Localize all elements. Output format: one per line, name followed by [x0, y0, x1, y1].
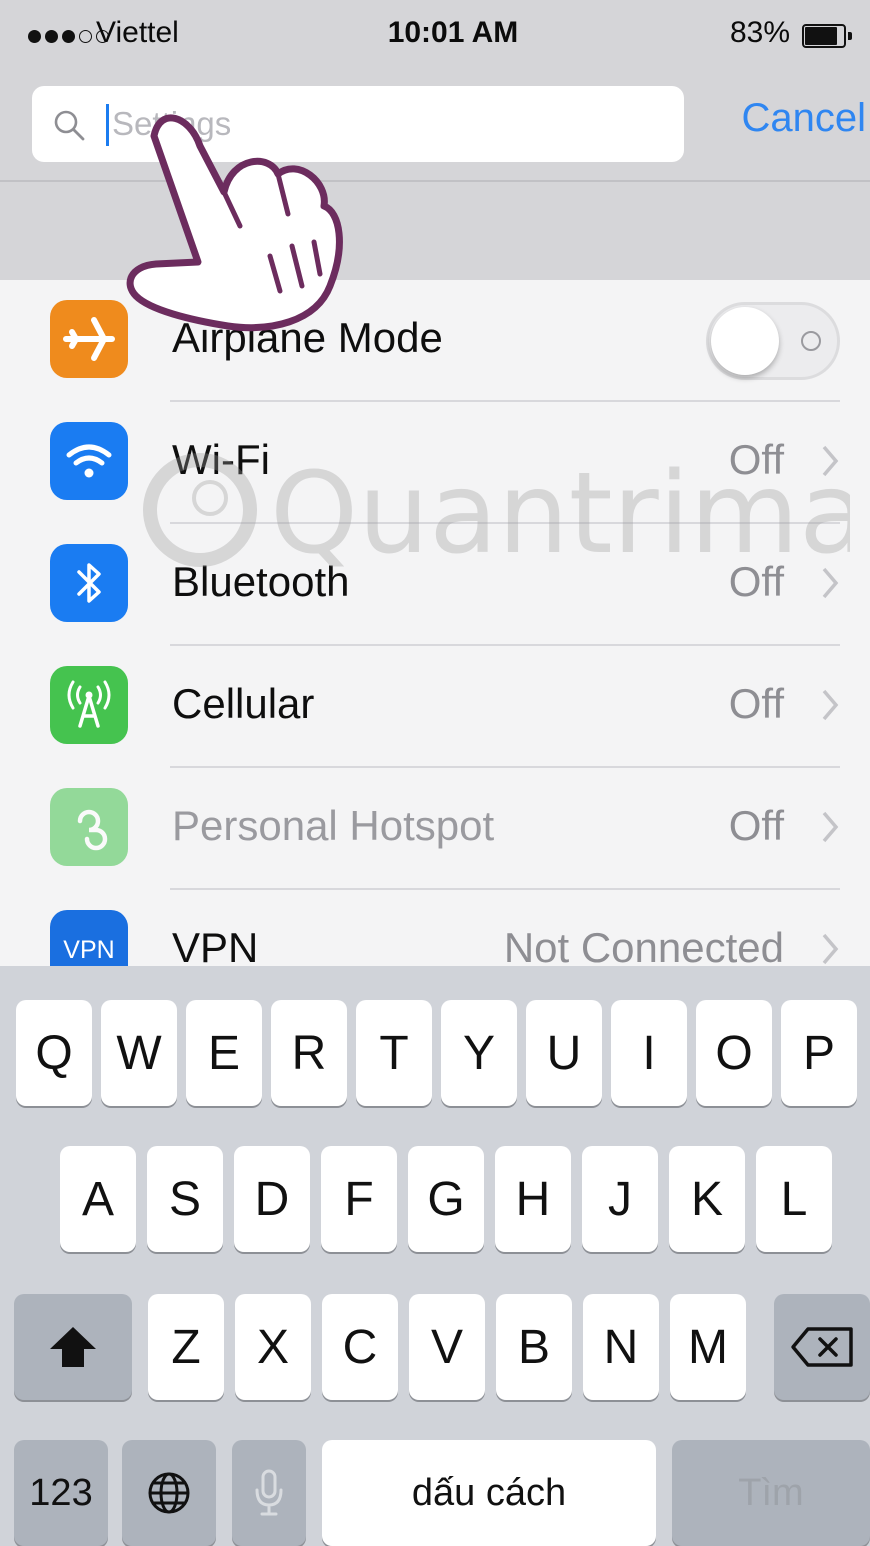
globe-key[interactable]	[122, 1440, 216, 1546]
key-y[interactable]: Y	[441, 1000, 517, 1106]
cellular-antenna-icon	[50, 666, 128, 744]
key-r[interactable]: R	[271, 1000, 347, 1106]
key-c[interactable]: C	[322, 1294, 398, 1400]
key-d[interactable]: D	[234, 1146, 310, 1252]
settings-row-label: Cellular	[172, 680, 315, 727]
settings-row-personal-hotspot[interactable]: Personal Hotspot Off	[0, 768, 870, 890]
microphone-icon	[255, 1469, 283, 1516]
vpn-icon-text: VPN	[63, 936, 114, 964]
toggle-knob	[711, 307, 779, 375]
space-key[interactable]: dấu cách	[322, 1440, 656, 1546]
chevron-right-icon	[822, 445, 839, 477]
key-u[interactable]: U	[526, 1000, 602, 1106]
settings-row-label: VPN	[172, 924, 259, 971]
signal-dot	[45, 30, 58, 43]
settings-search-screen: Viettel 10:01 AM 83% Cancel Airplane Mod…	[0, 0, 870, 1546]
battery-fill	[805, 27, 837, 45]
settings-row-value: Off	[728, 802, 784, 849]
key-l[interactable]: L	[756, 1146, 832, 1252]
settings-row-value: Off	[728, 558, 784, 605]
onscreen-keyboard: QWERTYUIOP ASDFGHJKL ZXCVBNM 123 dấu các…	[0, 966, 870, 1546]
settings-row-bluetooth[interactable]: Bluetooth Off	[0, 524, 870, 646]
chevron-right-icon	[822, 811, 839, 843]
settings-row-airplane-mode[interactable]: Airplane Mode	[0, 280, 870, 402]
battery-nub	[848, 32, 852, 40]
signal-dot	[62, 30, 75, 43]
key-x[interactable]: X	[235, 1294, 311, 1400]
search-bar[interactable]	[32, 86, 684, 162]
key-s[interactable]: S	[147, 1146, 223, 1252]
battery-icon	[802, 24, 852, 48]
settings-row-label: Personal Hotspot	[172, 802, 495, 849]
key-v[interactable]: V	[409, 1294, 485, 1400]
signal-dot	[79, 30, 92, 43]
toggle-off-indicator	[801, 331, 821, 351]
dictation-key[interactable]	[232, 1440, 306, 1546]
numbers-key[interactable]: 123	[14, 1440, 108, 1546]
chevron-right-icon	[822, 567, 839, 599]
chevron-right-icon	[822, 689, 839, 721]
hotspot-icon-bg	[50, 788, 128, 866]
key-g[interactable]: G	[408, 1146, 484, 1252]
search-return-key[interactable]: Tìm	[672, 1440, 870, 1546]
key-o[interactable]: O	[696, 1000, 772, 1106]
key-w[interactable]: W	[101, 1000, 177, 1106]
hotspot-icon	[50, 788, 128, 866]
shift-key[interactable]	[14, 1294, 132, 1400]
carrier-name: Viettel	[96, 16, 179, 49]
key-f[interactable]: F	[321, 1146, 397, 1252]
shift-arrow-icon	[50, 1327, 96, 1367]
settings-row-wifi[interactable]: Wi-Fi Off	[0, 402, 870, 524]
key-p[interactable]: P	[781, 1000, 857, 1106]
key-j[interactable]: J	[582, 1146, 658, 1252]
airplane-icon	[50, 300, 128, 378]
search-input[interactable]	[112, 98, 652, 150]
wifi-icon	[50, 422, 128, 500]
key-a[interactable]: A	[60, 1146, 136, 1252]
key-e[interactable]: E	[186, 1000, 262, 1106]
delete-key[interactable]	[774, 1294, 870, 1400]
chevron-right-icon	[822, 933, 839, 965]
settings-row-value: Off	[728, 436, 784, 483]
settings-row-value: Not Connected	[503, 924, 784, 971]
battery-percent: 83%	[729, 16, 790, 49]
airplane-mode-toggle[interactable]	[706, 302, 840, 380]
key-q[interactable]: Q	[16, 1000, 92, 1106]
key-k[interactable]: K	[669, 1146, 745, 1252]
key-n[interactable]: N	[583, 1294, 659, 1400]
cancel-button[interactable]: Cancel	[700, 96, 866, 148]
header-divider	[0, 180, 870, 182]
key-i[interactable]: I	[611, 1000, 687, 1106]
text-cursor	[106, 104, 109, 146]
status-bar: Viettel 10:01 AM 83%	[0, 0, 870, 72]
key-m[interactable]: M	[670, 1294, 746, 1400]
globe-icon	[148, 1472, 190, 1514]
settings-row-label: Wi-Fi	[172, 436, 270, 483]
key-z[interactable]: Z	[148, 1294, 224, 1400]
status-time: 10:01 AM	[387, 16, 519, 49]
signal-dot	[28, 30, 41, 43]
key-t[interactable]: T	[356, 1000, 432, 1106]
key-b[interactable]: B	[496, 1294, 572, 1400]
settings-row-label: Airplane Mode	[172, 314, 443, 361]
cellular-icon-bg	[50, 666, 128, 744]
settings-row-label: Bluetooth	[172, 558, 350, 605]
search-icon	[54, 110, 85, 141]
bluetooth-icon	[50, 544, 128, 622]
backspace-icon	[791, 1327, 853, 1367]
key-h[interactable]: H	[495, 1146, 571, 1252]
settings-row-value: Off	[728, 680, 784, 727]
settings-row-cellular[interactable]: Cellular Off	[0, 646, 870, 768]
wifi-icon-bg	[50, 422, 128, 500]
settings-list: Airplane Mode Wi-Fi Off Bluetooth Off Ce…	[0, 280, 870, 988]
